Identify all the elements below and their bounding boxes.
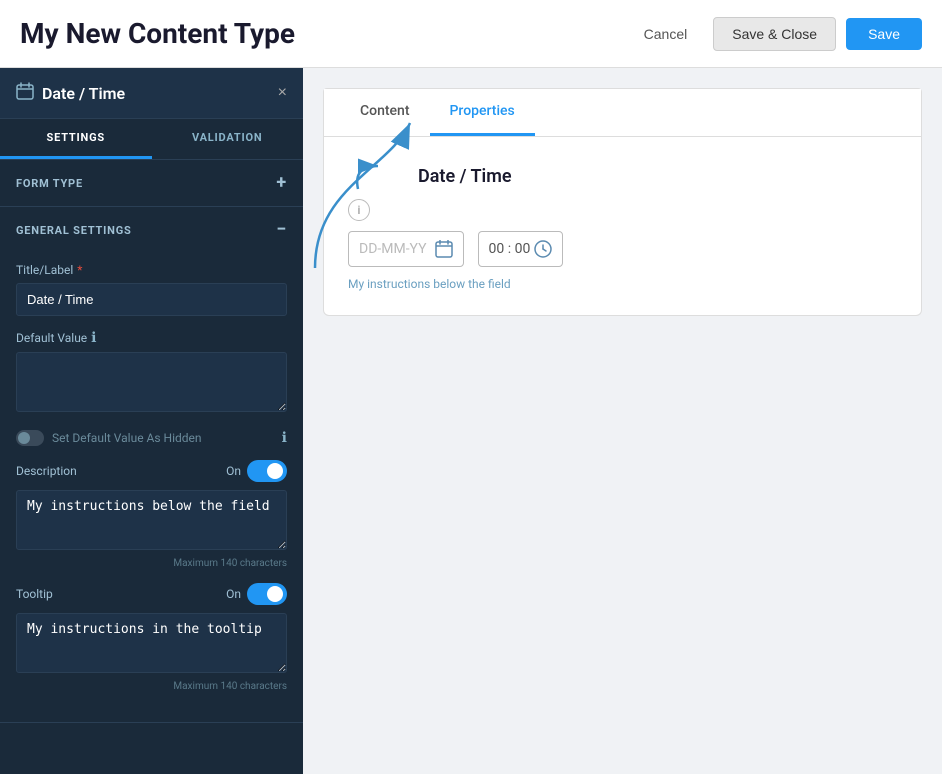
preview-title-row: Date / Time	[348, 161, 897, 191]
title-field-label: Title/Label *	[16, 263, 287, 277]
description-group: Description On My instructions below the…	[16, 460, 287, 569]
tooltip-textarea[interactable]: My instructions in the tooltip	[16, 613, 287, 673]
title-input[interactable]	[16, 283, 287, 316]
date-placeholder: DD-MM-YY	[359, 241, 427, 257]
general-settings-toggle-icon: −	[276, 221, 287, 239]
general-settings-section: GENERAL SETTINGS − Title/Label * Default…	[0, 207, 303, 723]
default-value-group: Default Value ℹ	[16, 330, 287, 416]
preview-card: Date / Time i DD-MM-YY 00 : 00	[323, 137, 922, 316]
description-slider	[247, 460, 287, 482]
general-settings-body: Title/Label * Default Value ℹ	[0, 253, 303, 722]
preview-field-title: Date / Time	[418, 166, 512, 187]
description-char-limit: Maximum 140 characters	[16, 558, 287, 569]
tooltip-slider	[247, 583, 287, 605]
tooltip-label: Tooltip	[16, 587, 53, 601]
form-type-label: FORM TYPE	[16, 177, 83, 190]
description-textarea[interactable]: My instructions below the field	[16, 490, 287, 550]
time-input-mock: 00 : 00	[478, 231, 564, 267]
main-layout: Date / Time × SETTINGS VALIDATION FORM T…	[0, 68, 942, 774]
preview-hint: My instructions below the field	[348, 277, 897, 291]
form-type-section: FORM TYPE +	[0, 160, 303, 207]
form-type-header[interactable]: FORM TYPE +	[0, 160, 303, 206]
tab-content[interactable]: Content	[340, 89, 430, 136]
tab-settings[interactable]: SETTINGS	[0, 119, 152, 159]
header-actions: Cancel Save & Close Save	[628, 17, 922, 51]
save-button[interactable]: Save	[846, 18, 922, 50]
page-title: My New Content Type	[20, 17, 295, 50]
preview-info-icon: i	[348, 199, 370, 221]
preview-inputs: DD-MM-YY 00 : 00	[348, 231, 897, 267]
general-settings-label: GENERAL SETTINGS	[16, 224, 132, 237]
description-label: Description	[16, 464, 77, 478]
close-button[interactable]: ×	[278, 85, 287, 101]
set-hidden-info-icon[interactable]: ℹ	[282, 430, 287, 446]
default-value-textarea[interactable]	[16, 352, 287, 412]
content-tabs-container: Content Properties	[323, 88, 922, 137]
tooltip-toggle-row: Tooltip On	[16, 583, 287, 605]
cancel-button[interactable]: Cancel	[628, 18, 704, 50]
widget-title: Date / Time	[16, 82, 125, 104]
description-on-label: On	[226, 464, 241, 478]
widget-header: Date / Time ×	[0, 68, 303, 119]
clock-icon	[534, 240, 552, 258]
time-placeholder: 00 : 00	[489, 241, 531, 257]
sidebar-tabs: SETTINGS VALIDATION	[0, 119, 303, 160]
tooltip-toggle[interactable]	[247, 583, 287, 605]
save-close-button[interactable]: Save & Close	[713, 17, 836, 51]
set-hidden-label: Set Default Value As Hidden	[52, 431, 202, 445]
arrow-decoration	[348, 161, 428, 191]
set-hidden-row: Set Default Value As Hidden ℹ	[16, 430, 287, 446]
description-toggle-row: Description On	[16, 460, 287, 482]
tab-properties[interactable]: Properties	[430, 89, 535, 136]
form-type-toggle-icon: +	[276, 174, 287, 192]
tooltip-group: Tooltip On My instructions in the toolti…	[16, 583, 287, 692]
default-value-info-icon[interactable]: ℹ	[91, 330, 96, 346]
content-area: Content Properties Date / Time	[303, 68, 942, 774]
description-toggle[interactable]	[247, 460, 287, 482]
required-indicator: *	[77, 263, 82, 277]
set-hidden-slider	[16, 430, 44, 446]
widget-icon	[16, 82, 34, 104]
title-label-group: Title/Label *	[16, 263, 287, 316]
date-input-mock: DD-MM-YY	[348, 231, 464, 267]
sidebar: Date / Time × SETTINGS VALIDATION FORM T…	[0, 68, 303, 774]
general-settings-header[interactable]: GENERAL SETTINGS −	[0, 207, 303, 253]
default-value-label: Default Value ℹ	[16, 330, 287, 346]
tooltip-on-label: On	[226, 587, 241, 601]
calendar-icon	[435, 240, 453, 258]
tooltip-char-limit: Maximum 140 characters	[16, 681, 287, 692]
tab-validation[interactable]: VALIDATION	[152, 119, 304, 159]
content-tabs: Content Properties	[324, 89, 921, 137]
set-hidden-toggle[interactable]	[16, 430, 44, 446]
page-header: My New Content Type Cancel Save & Close …	[0, 0, 942, 68]
widget-title-text: Date / Time	[42, 84, 125, 103]
